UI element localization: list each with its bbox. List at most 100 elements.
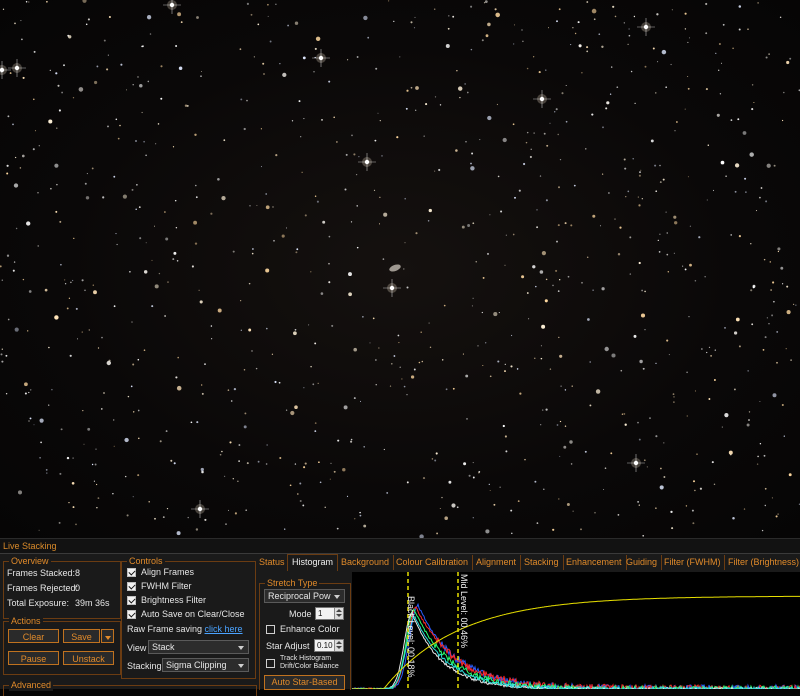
star: [532, 265, 536, 269]
star: [295, 251, 298, 254]
track-histogram-checkbox[interactable]: [266, 659, 275, 668]
star: [378, 223, 381, 225]
unstack-button[interactable]: Unstack: [63, 651, 114, 665]
fwhm-filter-label: FWHM Filter: [141, 581, 192, 591]
star: [415, 232, 418, 235]
star: [413, 27, 416, 29]
star: [660, 467, 662, 470]
stacking-select[interactable]: Sigma Clipping: [162, 658, 249, 672]
mode-stepper[interactable]: 1: [315, 607, 344, 620]
tab-colour-calibration[interactable]: Colour Calibration: [392, 555, 474, 570]
star: [248, 328, 252, 332]
star: [734, 190, 737, 193]
star: [757, 2, 759, 4]
star: [504, 370, 506, 373]
star: [353, 153, 356, 156]
star: [172, 258, 175, 261]
tab-alignment[interactable]: Alignment: [472, 555, 522, 570]
clear-button[interactable]: Clear: [8, 629, 59, 643]
star: [328, 262, 330, 265]
star: [375, 359, 377, 361]
brightness-filter-checkbox[interactable]: [127, 596, 136, 605]
view-select[interactable]: Stack: [148, 640, 249, 654]
mode-value: 1: [318, 609, 323, 618]
star: [493, 312, 498, 317]
star: [413, 368, 416, 371]
tab-histogram[interactable]: Histogram: [287, 554, 339, 571]
star: [650, 139, 654, 143]
star: [141, 45, 143, 48]
tab-filter-fwhm[interactable]: Filter (FWHM): [660, 555, 726, 570]
star: [22, 278, 25, 281]
star: [37, 192, 39, 194]
star: [766, 317, 768, 319]
star: [584, 450, 587, 453]
tab-guiding[interactable]: Guiding: [622, 555, 663, 570]
star: [246, 462, 249, 465]
star: [601, 287, 605, 291]
save-button[interactable]: Save: [63, 629, 100, 643]
star: [644, 329, 646, 331]
star: [655, 190, 658, 193]
star: [708, 346, 711, 349]
star: [225, 523, 227, 525]
star: [599, 225, 602, 227]
tab-background[interactable]: Background: [337, 555, 395, 570]
star: [456, 506, 459, 509]
star-adjust-stepper[interactable]: 0.10: [314, 639, 344, 652]
star: [670, 510, 673, 514]
star: [201, 392, 204, 395]
star: [321, 119, 323, 121]
star: [66, 456, 70, 460]
star: [429, 346, 432, 349]
star: [655, 435, 658, 438]
star: [12, 123, 14, 126]
pause-button[interactable]: Pause: [8, 651, 59, 665]
star: [406, 89, 409, 92]
galaxy: [389, 264, 401, 272]
controls-group: Controls Align Frames FWHM Filter Bright…: [121, 555, 256, 679]
star: [177, 12, 182, 17]
star: [752, 286, 755, 289]
star: [287, 24, 290, 27]
star: [624, 167, 627, 170]
stretch-type-value: Reciprocal Pow: [268, 591, 331, 601]
tab-status[interactable]: Status: [255, 555, 290, 570]
star: [782, 119, 784, 122]
star: [604, 467, 607, 469]
star: [73, 237, 75, 240]
star: [9, 72, 12, 75]
star: [686, 415, 688, 417]
tab-enhancement[interactable]: Enhancement: [562, 555, 627, 570]
star: [251, 252, 254, 255]
star: [162, 516, 165, 518]
tab-filter-brightness[interactable]: Filter (Brightness): [724, 555, 800, 570]
star-adjust-value: 0.10: [317, 641, 333, 650]
star: [505, 450, 508, 453]
save-options-button[interactable]: [101, 629, 114, 643]
stepper-arrows-icon[interactable]: [334, 608, 343, 619]
fwhm-filter-checkbox[interactable]: [127, 582, 136, 591]
raw-frame-link[interactable]: click here: [205, 624, 243, 634]
star: [131, 321, 133, 323]
star: [260, 166, 263, 168]
stretch-type-select[interactable]: Reciprocal Pow: [264, 589, 345, 603]
star: [555, 269, 558, 272]
stacked-image-view[interactable]: [0, 0, 800, 538]
enhance-color-checkbox[interactable]: [266, 625, 275, 634]
align-frames-checkbox[interactable]: [127, 568, 136, 577]
star: [710, 354, 713, 357]
star: [687, 41, 689, 43]
star: [540, 345, 542, 347]
tab-stacking[interactable]: Stacking: [520, 555, 564, 570]
star: [638, 504, 640, 506]
histogram-plot[interactable]: Black Level: 00.18% Mid Level: 00.46%: [352, 572, 800, 689]
star: [704, 276, 706, 278]
star: [279, 63, 281, 65]
auto-save-checkbox[interactable]: [127, 610, 136, 619]
star: [639, 171, 641, 173]
star: [559, 354, 563, 358]
stepper-arrows-icon[interactable]: [334, 640, 343, 651]
star: [534, 357, 536, 359]
enhance-color-label: Enhance Color: [280, 624, 340, 634]
